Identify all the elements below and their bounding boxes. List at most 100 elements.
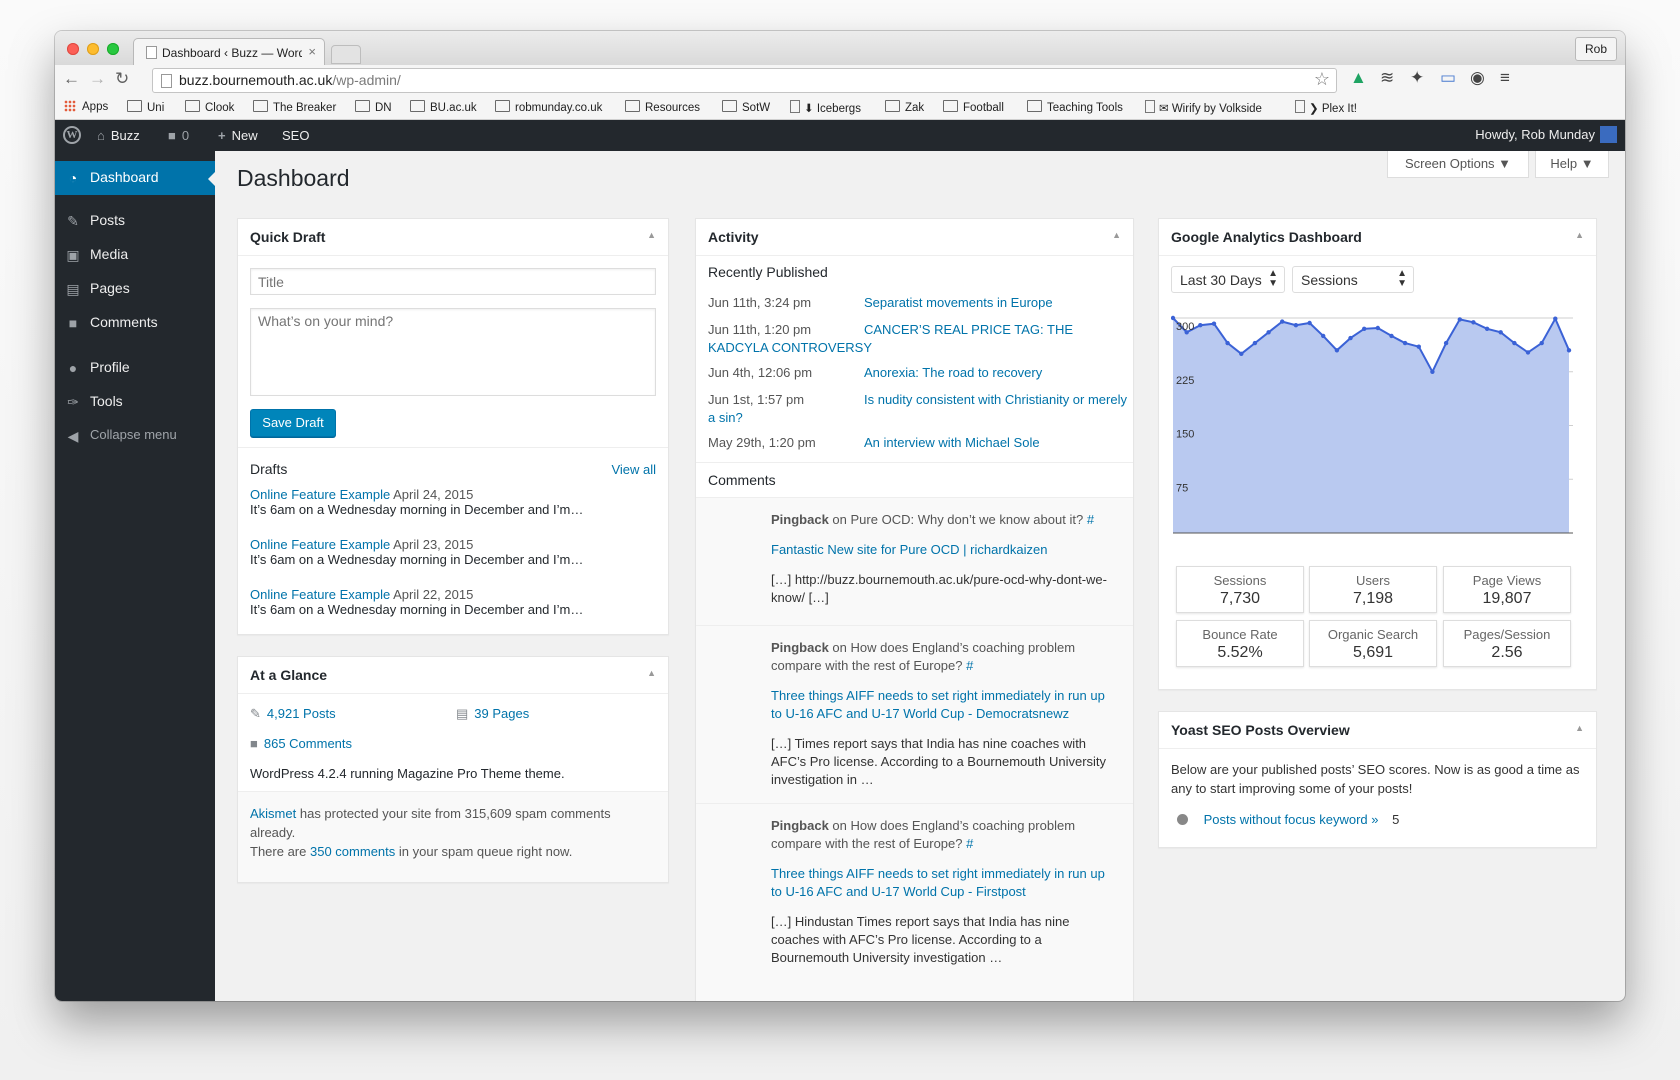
reload-icon[interactable]: ↻ xyxy=(115,69,129,89)
collapse-menu-button[interactable]: ◀ Collapse menu xyxy=(55,419,215,453)
new-tab-button[interactable] xyxy=(331,45,361,64)
address-bar[interactable]: buzz.bournemouth.ac.uk/wp-admin/ ☆ xyxy=(152,68,1337,93)
drafts-heading: Drafts xyxy=(250,461,288,477)
draft-title-link[interactable]: Online Feature Example xyxy=(250,537,390,552)
data-point xyxy=(1389,333,1394,339)
bookmark-folder[interactable]: Football xyxy=(943,100,1004,114)
drive-extension-icon[interactable]: ▲ xyxy=(1350,68,1367,88)
posts-without-keyword-link[interactable]: Posts without focus keyword » xyxy=(1204,812,1379,827)
pingback-source-link[interactable]: Three things AIFF needs to set right imm… xyxy=(771,865,1116,901)
widget-header: Activity ▲ xyxy=(696,219,1133,256)
post-title-link[interactable]: Anorexia: The road to recovery xyxy=(864,365,1042,380)
bookmark-page[interactable]: ⬇ Icebergs xyxy=(790,100,861,115)
comment-permalink[interactable]: # xyxy=(966,836,973,851)
list-item: Online Feature Example April 23, 2015 It… xyxy=(250,537,660,567)
screen-extension-icon[interactable]: ▭ xyxy=(1440,68,1456,88)
post-date: Jun 1st, 1:57 pm xyxy=(708,392,805,407)
collapse-toggle-icon[interactable]: ▲ xyxy=(1575,230,1584,240)
collapse-toggle-icon[interactable]: ▲ xyxy=(1575,723,1584,733)
forward-icon[interactable]: → xyxy=(89,69,106,89)
zoom-window-button[interactable] xyxy=(107,43,119,55)
bookmark-apps[interactable]: Apps xyxy=(64,100,108,113)
page-icon xyxy=(146,46,157,59)
folder-icon xyxy=(355,100,370,112)
sessions-area-chart: 300 225 150 75 xyxy=(1171,315,1573,534)
sidebar-item-tools[interactable]: ✑ Tools xyxy=(55,385,215,419)
help-button[interactable]: Help ▼ xyxy=(1535,151,1609,178)
pushpin-extension-icon[interactable]: ✦ xyxy=(1410,68,1424,88)
wordpress-logo-icon[interactable]: W xyxy=(63,126,81,144)
view-all-drafts-link[interactable]: View all xyxy=(611,462,656,477)
site-name-link[interactable]: ⌂ Buzz xyxy=(97,128,140,143)
data-point xyxy=(1225,340,1230,346)
data-point xyxy=(1348,335,1353,341)
folder-icon xyxy=(1027,100,1042,112)
stat-card-pages-per-session: Pages/Session 2.56 xyxy=(1443,620,1571,667)
akismet-link[interactable]: Akismet xyxy=(250,806,296,821)
pingback-source-link[interactable]: Three things AIFF needs to set right imm… xyxy=(771,687,1116,723)
sidebar-item-profile[interactable]: ● Profile xyxy=(55,351,215,385)
stat-card-users: Users 7,198 xyxy=(1309,566,1437,613)
collapse-toggle-icon[interactable]: ▲ xyxy=(647,668,656,678)
folder-icon xyxy=(185,100,200,112)
comment-permalink[interactable]: # xyxy=(1087,512,1094,527)
account-menu[interactable]: Howdy, Rob Munday xyxy=(1475,126,1617,143)
menu-icon[interactable]: ≡ xyxy=(1500,68,1510,88)
draft-date: April 23, 2015 xyxy=(393,537,474,552)
comments-icon: ■ xyxy=(250,736,258,751)
pingback-source-link[interactable]: Fantastic New site for Pure OCD | richar… xyxy=(771,541,1116,559)
collapse-toggle-icon[interactable]: ▲ xyxy=(1112,230,1121,240)
date-range-select[interactable]: Last 30 Days ▲ ▼ xyxy=(1171,266,1285,293)
bookmark-page[interactable]: ❯ Plex It! xyxy=(1295,100,1357,115)
posts-count-link[interactable]: ✎ 4,921 Posts xyxy=(250,706,336,722)
media-icon: ▣ xyxy=(66,247,80,263)
post-title-link[interactable]: An interview with Michael Sole xyxy=(864,435,1040,450)
draft-title-link[interactable]: Online Feature Example xyxy=(250,587,390,602)
widget-header: Google Analytics Dashboard ▲ xyxy=(1159,219,1596,256)
minimize-window-button[interactable] xyxy=(87,43,99,55)
bookmark-folder[interactable]: Clook xyxy=(185,100,234,114)
bookmark-folder[interactable]: Teaching Tools xyxy=(1027,100,1123,114)
browser-tab[interactable]: Dashboard ‹ Buzz — Word × xyxy=(133,38,325,66)
bookmark-star-icon[interactable]: ☆ xyxy=(1314,69,1330,90)
sidebar-item-dashboard[interactable]: ◔ Dashboard xyxy=(55,161,216,195)
bookmark-folder[interactable]: Resources xyxy=(625,100,700,114)
data-point xyxy=(1266,330,1271,335)
bookmark-folder[interactable]: DN xyxy=(355,100,392,114)
pages-count-link[interactable]: ▤ 39 Pages xyxy=(456,706,529,722)
post-date: Jun 4th, 12:06 pm xyxy=(708,365,813,380)
comments-count-link[interactable]: ■ 865 Comments xyxy=(250,736,352,751)
bookmark-folder[interactable]: Zak xyxy=(885,100,924,114)
sidebar-item-media[interactable]: ▣ Media xyxy=(55,238,215,272)
sidebar-item-comments[interactable]: ■ Comments xyxy=(55,306,215,340)
close-tab-icon[interactable]: × xyxy=(308,44,316,59)
bookmark-folder[interactable]: Uni xyxy=(127,100,164,114)
buffer-extension-icon[interactable]: ≋ xyxy=(1380,68,1394,88)
comment-excerpt: […] Hindustan Times report says that Ind… xyxy=(771,914,1070,965)
close-window-button[interactable] xyxy=(67,43,79,55)
post-title-link[interactable]: Separatist movements in Europe xyxy=(864,295,1053,310)
page-title: Dashboard xyxy=(237,165,350,191)
spam-comments-link[interactable]: 350 comments xyxy=(310,844,395,859)
profile-button[interactable]: Rob xyxy=(1575,37,1617,61)
draft-title-input[interactable] xyxy=(250,268,656,295)
screen-options-button[interactable]: Screen Options ▼ xyxy=(1387,151,1529,178)
new-content-link[interactable]: + New xyxy=(218,128,258,143)
bookmark-folder[interactable]: SotW xyxy=(722,100,770,114)
sidebar-item-posts[interactable]: ✎ Posts xyxy=(55,204,215,238)
sidebar-item-pages[interactable]: ▤ Pages xyxy=(55,272,215,306)
comment-permalink[interactable]: # xyxy=(966,658,973,673)
save-draft-button[interactable]: Save Draft xyxy=(250,409,336,437)
collapse-toggle-icon[interactable]: ▲ xyxy=(647,230,656,240)
comments-link[interactable]: ■ 0 xyxy=(168,128,189,143)
bookmark-folder[interactable]: BU.ac.uk xyxy=(410,100,477,114)
bookmark-folder[interactable]: The Breaker xyxy=(253,100,336,114)
draft-title-link[interactable]: Online Feature Example xyxy=(250,487,390,502)
metric-select[interactable]: Sessions ▲ ▼ xyxy=(1292,266,1414,293)
bookmark-folder[interactable]: robmunday.co.uk xyxy=(495,100,602,114)
bookmark-page[interactable]: ✉ Wirify by Volkside xyxy=(1145,100,1262,115)
draft-content-textarea[interactable] xyxy=(250,308,656,396)
seo-link[interactable]: SEO xyxy=(282,128,309,143)
color-extension-icon[interactable]: ◉ xyxy=(1470,68,1485,88)
back-icon[interactable]: ← xyxy=(63,69,80,89)
